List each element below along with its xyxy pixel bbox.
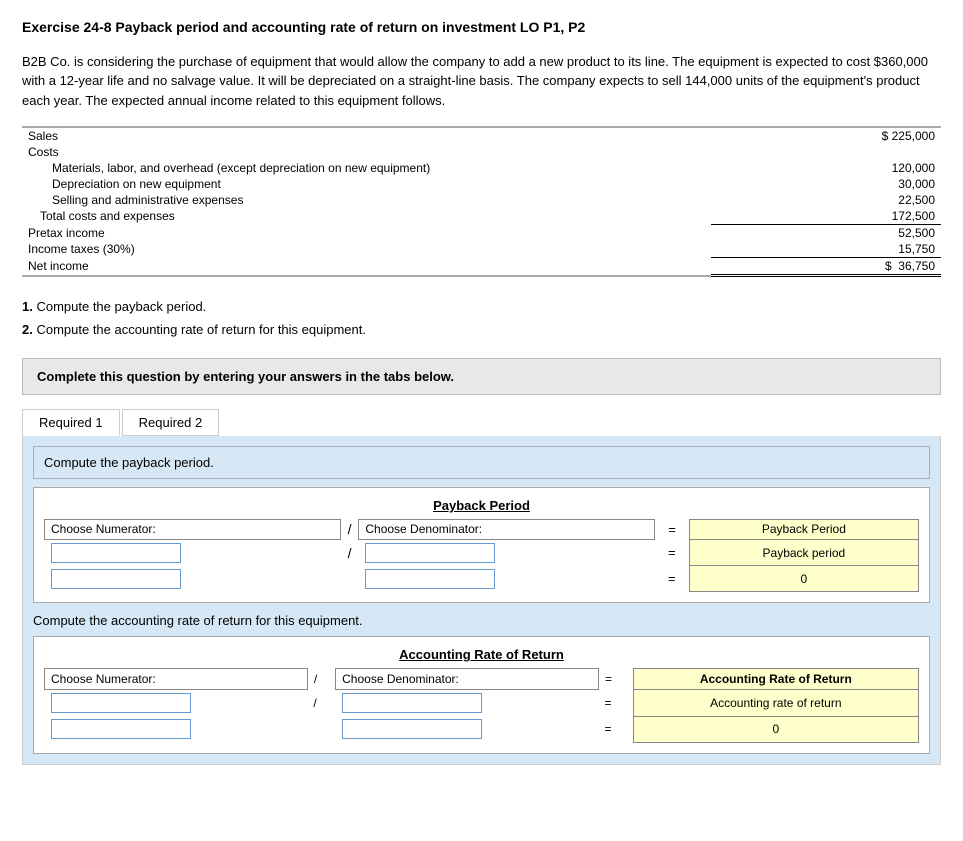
arr-denominator-input-cell	[336, 690, 599, 717]
arr-slash-row2	[307, 716, 335, 742]
payback-denominator-input2-cell	[359, 566, 655, 592]
table-row: Selling and administrative expenses 22,5…	[22, 192, 941, 208]
payback-numerator-input-cell	[45, 539, 341, 566]
arr-table-title: Accounting Rate of Return	[44, 647, 919, 662]
payback-section-label: Compute the payback period.	[33, 446, 930, 479]
payback-table-title: Payback Period	[44, 498, 919, 513]
question-1: 1. Compute the payback period.	[22, 295, 941, 318]
arr-numerator-header: Choose Numerator:	[45, 669, 308, 690]
question-1-num: 1.	[22, 299, 33, 314]
income-amount: $ 36,750	[711, 258, 941, 276]
income-label: Pretax income	[22, 225, 711, 242]
tab-content-area: Compute the payback period. Payback Peri…	[22, 436, 941, 765]
income-table: Sales $ 225,000 Costs Materials, labor, …	[22, 126, 941, 277]
income-amount: 22,500	[711, 192, 941, 208]
arr-equals-row2: =	[599, 716, 634, 742]
payback-result-row2: 0	[689, 566, 918, 592]
page-title: Exercise 24-8 Payback period and account…	[22, 18, 941, 38]
table-row: Total costs and expenses 172,500	[22, 208, 941, 225]
income-amount: 15,750	[711, 241, 941, 258]
income-label: Costs	[22, 144, 711, 160]
income-amount: 172,500	[711, 208, 941, 225]
payback-slash-row2	[340, 566, 359, 592]
payback-denominator-input[interactable]	[365, 543, 495, 563]
payback-input-row1: / = Payback period	[45, 539, 919, 566]
income-label: Sales	[22, 127, 711, 144]
arr-numerator-input2-cell	[45, 716, 308, 742]
payback-denominator-input-cell	[359, 539, 655, 566]
table-row: Pretax income 52,500	[22, 225, 941, 242]
questions-section: 1. Compute the payback period. 2. Comput…	[22, 295, 941, 342]
payback-slash-row1: /	[340, 539, 359, 566]
income-label: Total costs and expenses	[22, 208, 711, 225]
arr-slash-header: /	[307, 669, 335, 690]
income-label: Net income	[22, 258, 711, 276]
arr-result-header: Accounting Rate of Return	[633, 669, 918, 690]
arr-numerator-input-cell	[45, 690, 308, 717]
payback-slash-header: /	[340, 519, 359, 539]
table-row: Materials, labor, and overhead (except d…	[22, 160, 941, 176]
payback-equals-header: =	[655, 519, 690, 539]
arr-calc-table: Choose Numerator: / Choose Denominator: …	[44, 668, 919, 743]
payback-numerator-input2-cell	[45, 566, 341, 592]
arr-input-row2: = 0	[45, 716, 919, 742]
income-amount	[711, 144, 941, 160]
arr-result-row1: Accounting rate of return	[633, 690, 918, 717]
arr-numerator-input2[interactable]	[51, 719, 191, 739]
complete-box: Complete this question by entering your …	[22, 358, 941, 395]
arr-denominator-header: Choose Denominator:	[336, 669, 599, 690]
payback-input-row2: = 0	[45, 566, 919, 592]
table-row: Income taxes (30%) 15,750	[22, 241, 941, 258]
payback-header-row: Choose Numerator: / Choose Denominator: …	[45, 519, 919, 539]
payback-denominator-input2[interactable]	[365, 569, 495, 589]
question-2: 2. Compute the accounting rate of return…	[22, 318, 941, 341]
payback-result-row1: Payback period	[689, 539, 918, 566]
payback-calc-section: Payback Period Choose Numerator: / Choos…	[33, 487, 930, 604]
tab-required-1[interactable]: Required 1	[22, 409, 120, 436]
income-label: Selling and administrative expenses	[22, 192, 711, 208]
table-row: Costs	[22, 144, 941, 160]
payback-equals-row1: =	[655, 539, 690, 566]
arr-equals-row1: =	[599, 690, 634, 717]
arr-denominator-input[interactable]	[342, 693, 482, 713]
tab1-content: Compute the payback period. Payback Peri…	[23, 436, 940, 764]
intro-text: B2B Co. is considering the purchase of e…	[22, 52, 941, 111]
tabs-row: Required 1 Required 2	[22, 409, 941, 436]
payback-numerator-input[interactable]	[51, 543, 181, 563]
payback-denominator-header: Choose Denominator:	[359, 519, 655, 539]
income-label: Depreciation on new equipment	[22, 176, 711, 192]
arr-denominator-input2-cell	[336, 716, 599, 742]
arr-calc-section: Accounting Rate of Return Choose Numerat…	[33, 636, 930, 754]
arr-numerator-input[interactable]	[51, 693, 191, 713]
question-2-num: 2.	[22, 322, 33, 337]
tab-required-2[interactable]: Required 2	[122, 409, 220, 436]
payback-numerator-header: Choose Numerator:	[45, 519, 341, 539]
arr-input-row1: / = Accounting rate of return	[45, 690, 919, 717]
arr-section-label: Compute the accounting rate of return fo…	[33, 613, 930, 628]
income-amount: $ 225,000	[711, 127, 941, 144]
table-row: Sales $ 225,000	[22, 127, 941, 144]
income-amount: 52,500	[711, 225, 941, 242]
income-amount: 30,000	[711, 176, 941, 192]
payback-calc-table: Choose Numerator: / Choose Denominator: …	[44, 519, 919, 593]
arr-result-row2: 0	[633, 716, 918, 742]
arr-denominator-input2[interactable]	[342, 719, 482, 739]
income-amount: 120,000	[711, 160, 941, 176]
income-label: Income taxes (30%)	[22, 241, 711, 258]
table-row: Net income $ 36,750	[22, 258, 941, 276]
arr-header-row: Choose Numerator: / Choose Denominator: …	[45, 669, 919, 690]
income-label: Materials, labor, and overhead (except d…	[22, 160, 711, 176]
payback-numerator-input2[interactable]	[51, 569, 181, 589]
arr-slash-row1: /	[307, 690, 335, 717]
table-row: Depreciation on new equipment 30,000	[22, 176, 941, 192]
arr-equals-header: =	[599, 669, 634, 690]
payback-result-header: Payback Period	[689, 519, 918, 539]
payback-equals-row2: =	[655, 566, 690, 592]
